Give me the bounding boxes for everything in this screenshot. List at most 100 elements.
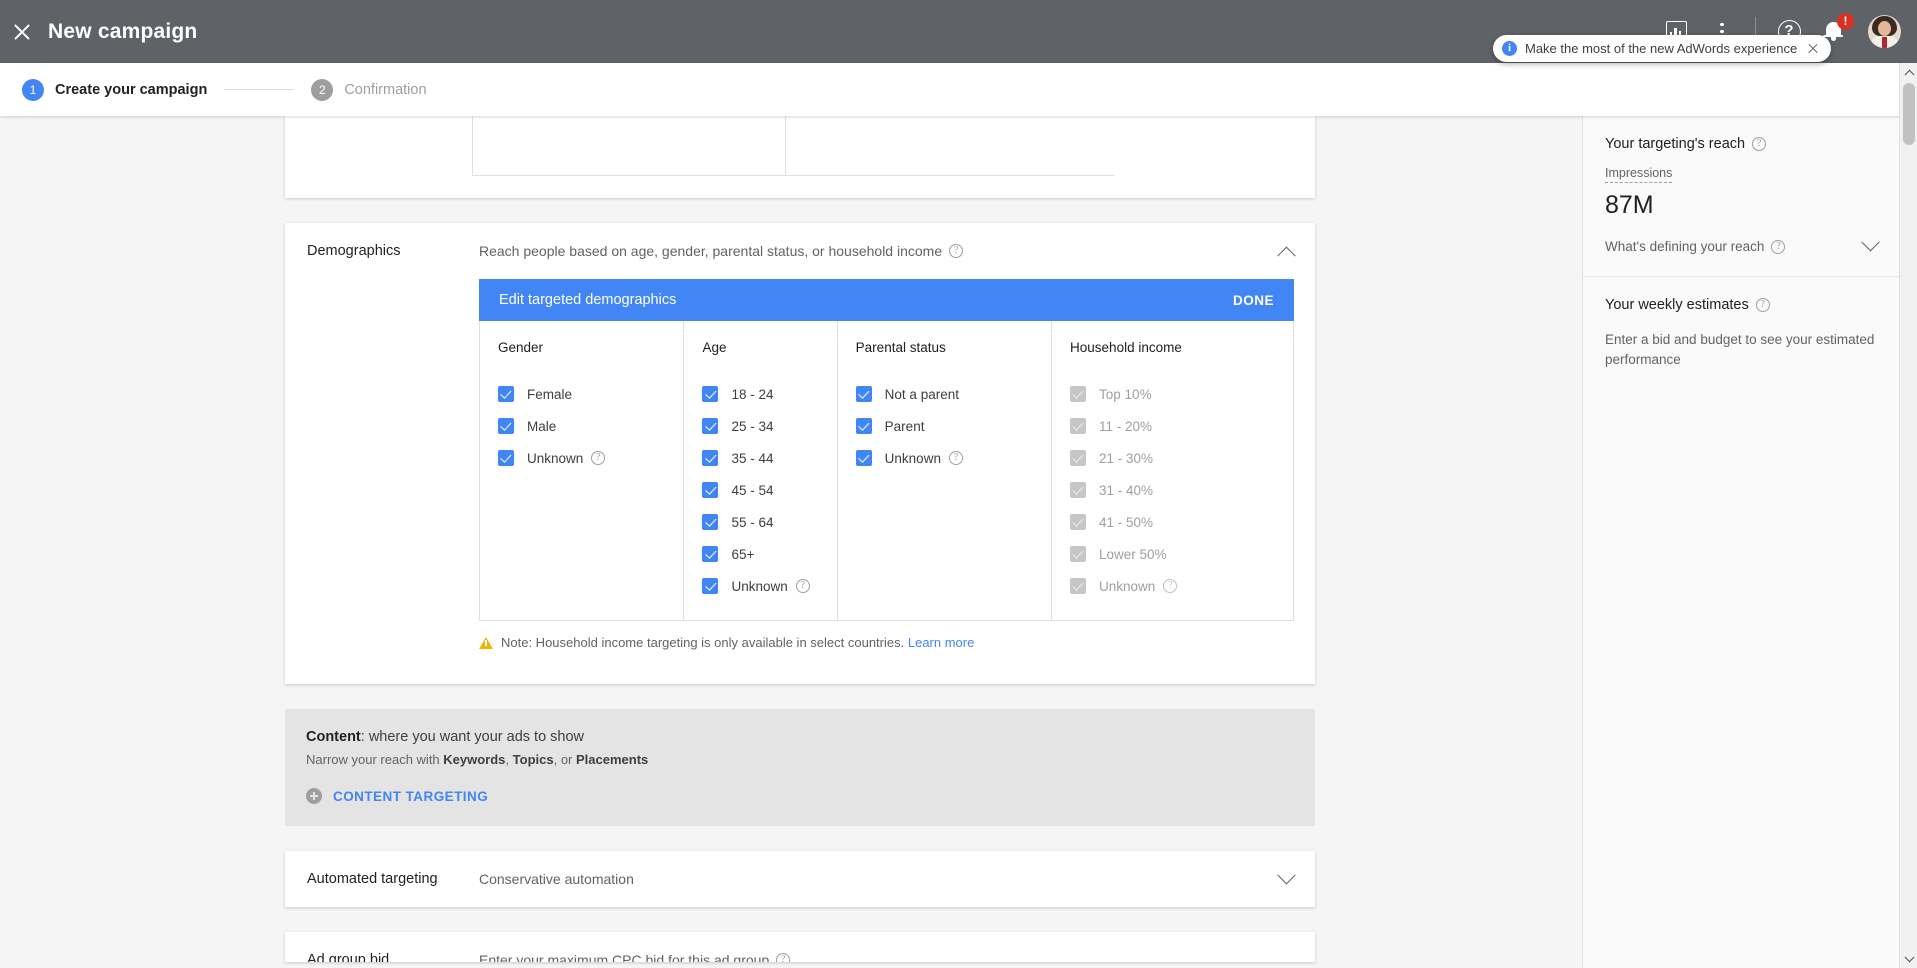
estimates-sidebar: Your targeting's reach ? Impressions 87M… [1582, 116, 1899, 968]
defining-reach-label: What's defining your reach [1605, 239, 1764, 254]
sub-placements: Placements [576, 752, 648, 767]
option-label: Top 10% [1099, 387, 1152, 402]
checkbox-icon[interactable] [856, 386, 872, 402]
scrollbar-thumb[interactable] [1903, 83, 1915, 145]
checkbox-icon[interactable] [702, 578, 718, 594]
impressions-value: 87M [1605, 191, 1877, 220]
automated-targeting-row[interactable]: Automated targeting Conservative automat… [285, 851, 1315, 907]
page-scrollbar[interactable] [1899, 63, 1917, 968]
avatar[interactable] [1868, 15, 1901, 48]
checkbox-icon[interactable] [498, 450, 514, 466]
targeting-reach-section: Your targeting's reach ? Impressions 87M… [1583, 116, 1899, 276]
sub-keywords: Keywords [443, 752, 505, 767]
checkbox-icon[interactable] [702, 418, 718, 434]
automated-targeting-card: Automated targeting Conservative automat… [285, 851, 1315, 907]
help-icon[interactable]: ? [796, 579, 810, 593]
option-label: Parent [885, 419, 925, 434]
checkbox-icon [1070, 578, 1086, 594]
option-gender-unknown[interactable]: Unknown ? [498, 442, 683, 474]
option-income-lower-50: Lower 50% [1070, 538, 1293, 570]
help-icon[interactable]: ? [1756, 298, 1770, 312]
option-parent[interactable]: Parent [856, 410, 1051, 442]
checkbox-icon[interactable] [702, 450, 718, 466]
checkbox-icon[interactable] [702, 546, 718, 562]
option-parental-unknown[interactable]: Unknown ? [856, 442, 1051, 474]
option-label: Unknown [527, 451, 583, 466]
help-icon[interactable]: ? [949, 244, 963, 258]
checkbox-icon [1070, 386, 1086, 402]
checkbox-icon[interactable] [702, 482, 718, 498]
chevron-up-icon[interactable] [1277, 246, 1295, 264]
learn-more-link[interactable]: Learn more [908, 635, 974, 650]
column-gender: Gender Female Male Unknown ? [480, 321, 683, 620]
checkbox-icon[interactable] [856, 450, 872, 466]
option-label: Male [527, 419, 556, 434]
previous-card-cell [472, 116, 785, 176]
sub-mid2: , or [554, 752, 576, 767]
option-male[interactable]: Male [498, 410, 683, 442]
step-create-your-campaign[interactable]: 1 Create your campaign [22, 79, 207, 101]
demographics-label: Demographics [307, 243, 479, 259]
ad-group-bid-value-wrap: Enter your maximum CPC bid for this ad g… [479, 952, 790, 962]
content-targeting-label: CONTENT TARGETING [333, 789, 488, 804]
option-label: Unknown [1099, 579, 1155, 594]
scroll-up-button[interactable] [1900, 63, 1917, 81]
content-heading-bold: Content [306, 729, 361, 745]
chevron-down-icon[interactable] [1861, 233, 1879, 251]
option-label: Female [527, 387, 572, 402]
chevron-down-icon[interactable] [1277, 866, 1295, 884]
option-age-unknown[interactable]: Unknown ? [702, 570, 836, 602]
option-label: Unknown [885, 451, 941, 466]
option-age-18-24[interactable]: 18 - 24 [702, 378, 836, 410]
done-button[interactable]: DONE [1233, 293, 1274, 308]
help-icon[interactable]: ? [776, 953, 790, 962]
option-label: 65+ [731, 547, 754, 562]
page-title: New campaign [48, 20, 197, 44]
option-age-55-64[interactable]: 55 - 64 [702, 506, 836, 538]
help-icon[interactable]: ? [1771, 240, 1785, 254]
content-section: Content: where you want your ads to show… [285, 709, 1315, 826]
option-age-65-plus[interactable]: 65+ [702, 538, 836, 570]
option-label: Not a parent [885, 387, 959, 402]
impressions-label[interactable]: Impressions [1605, 166, 1672, 183]
checkbox-icon[interactable] [498, 386, 514, 402]
reach-title-wrap: Your targeting's reach ? [1605, 136, 1877, 152]
option-label: 25 - 34 [731, 419, 773, 434]
option-age-25-34[interactable]: 25 - 34 [702, 410, 836, 442]
warning-triangle-icon [479, 637, 493, 649]
checkbox-icon [1070, 482, 1086, 498]
checkbox-icon[interactable] [702, 514, 718, 530]
checkbox-icon [1070, 418, 1086, 434]
option-age-35-44[interactable]: 35 - 44 [702, 442, 836, 474]
option-female[interactable]: Female [498, 378, 683, 410]
demographics-header[interactable]: Demographics Reach people based on age, … [285, 223, 1315, 279]
automated-targeting-value: Conservative automation [479, 871, 634, 887]
option-label: 45 - 54 [731, 483, 773, 498]
column-title: Age [702, 340, 836, 355]
content-targeting-button[interactable]: CONTENT TARGETING [306, 788, 1315, 804]
help-icon[interactable]: ? [949, 451, 963, 465]
option-label: 41 - 50% [1099, 515, 1153, 530]
plus-circle-icon [306, 788, 322, 804]
adwords-experience-toast: i Make the most of the new AdWords exper… [1493, 35, 1831, 62]
ad-group-bid-row[interactable]: Ad group bid Enter your maximum CPC bid … [285, 932, 1315, 962]
scroll-down-button[interactable] [1900, 950, 1917, 968]
step-1-number: 1 [22, 79, 44, 101]
defining-reach-row[interactable]: What's defining your reach ? [1605, 239, 1877, 254]
sub-pre: Narrow your reach with [306, 752, 443, 767]
estimates-title: Your weekly estimates [1605, 297, 1749, 313]
checkbox-icon[interactable] [702, 386, 718, 402]
close-icon[interactable] [10, 20, 34, 44]
help-icon[interactable]: ? [591, 451, 605, 465]
toast-close-icon[interactable] [1806, 42, 1820, 56]
checkbox-icon[interactable] [498, 418, 514, 434]
info-icon: i [1502, 41, 1517, 56]
option-age-45-54[interactable]: 45 - 54 [702, 474, 836, 506]
checkbox-icon[interactable] [856, 418, 872, 434]
option-not-a-parent[interactable]: Not a parent [856, 378, 1051, 410]
help-icon[interactable]: ? [1752, 137, 1766, 151]
step-confirmation[interactable]: 2 Confirmation [311, 79, 426, 101]
option-income-unknown: Unknown ? [1070, 570, 1293, 602]
option-label: 21 - 30% [1099, 451, 1153, 466]
demographics-editor: Edit targeted demographics DONE Gender F… [479, 279, 1294, 621]
